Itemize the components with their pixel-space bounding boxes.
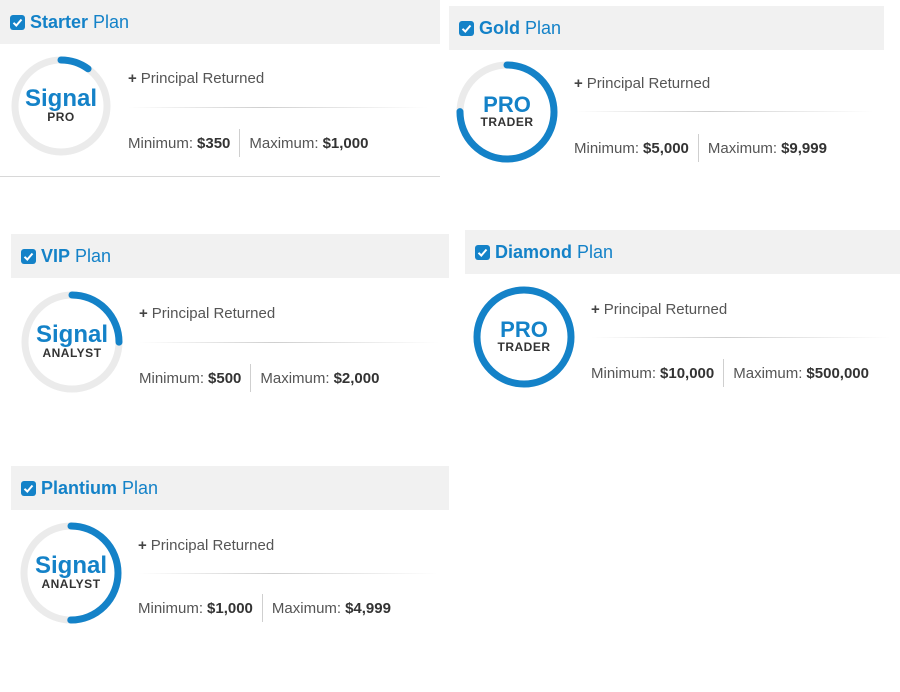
feature-text: Principal Returned xyxy=(150,537,275,554)
plan-name: Diamond xyxy=(495,241,573,262)
badge-subtitle: PRO xyxy=(47,110,75,125)
checkbox-icon[interactable] xyxy=(10,14,25,30)
badge-subtitle: TRADER xyxy=(480,115,534,130)
card-bottom-border xyxy=(0,176,440,177)
vertical-divider xyxy=(261,594,263,622)
plan-name: Plantium xyxy=(41,477,118,498)
divider xyxy=(128,107,428,108)
plan-feature: + Principal Returned xyxy=(138,537,274,554)
plus-icon: + xyxy=(591,301,600,318)
plan-card-plantium: Plantium Plan Signal ANALYST + Principal … xyxy=(11,466,449,636)
feature-text: Principal Returned xyxy=(586,75,711,92)
checkbox-icon[interactable] xyxy=(21,248,36,264)
maximum-label: Maximum: xyxy=(271,599,342,617)
minimum-label: Minimum: xyxy=(128,134,194,152)
badge-subtitle: TRADER xyxy=(497,340,551,355)
maximum-value: $2,000 xyxy=(333,369,380,387)
plan-limits: Minimum: $1,000 Maximum: $4,999 xyxy=(138,594,391,622)
minimum-value: $10,000 xyxy=(660,364,715,382)
plan-feature: + Principal Returned xyxy=(139,305,275,322)
plan-limits: Minimum: $10,000 Maximum: $500,000 xyxy=(591,359,869,387)
plan-header: Plantium Plan xyxy=(11,466,449,510)
plan-badge-ring: Signal PRO xyxy=(10,55,112,157)
maximum-label: Maximum: xyxy=(733,364,803,382)
minimum-label: Minimum: xyxy=(139,369,205,387)
maximum-label: Maximum: xyxy=(260,369,330,387)
plan-badge-ring: Signal ANALYST xyxy=(19,521,123,625)
divider xyxy=(139,342,439,343)
checkbox-icon[interactable] xyxy=(21,480,36,496)
plus-icon: + xyxy=(574,75,583,92)
plan-limits: Minimum: $500 Maximum: $2,000 xyxy=(139,364,379,392)
minimum-value: $1,000 xyxy=(207,599,253,617)
plus-icon: + xyxy=(128,70,137,87)
badge-title: PRO xyxy=(483,92,531,118)
maximum-value: $4,999 xyxy=(345,599,391,617)
plan-word: Plan xyxy=(577,241,614,262)
plan-header: Starter Plan xyxy=(0,0,440,44)
badge-title: Signal xyxy=(24,85,97,113)
plan-card-diamond: Diamond Plan PRO TRADER + Principal Retur… xyxy=(465,230,900,400)
minimum-value: $500 xyxy=(208,369,242,387)
plan-badge-ring: PRO TRADER xyxy=(472,285,576,389)
divider xyxy=(138,573,438,574)
maximum-value: $9,999 xyxy=(781,139,827,157)
plan-limits: Minimum: $5,000 Maximum: $9,999 xyxy=(574,134,827,162)
plan-word: Plan xyxy=(122,477,159,498)
vertical-divider xyxy=(239,129,241,157)
maximum-value: $1,000 xyxy=(322,134,369,152)
plan-name: VIP xyxy=(41,245,71,266)
plan-card-starter: Starter Plan Signal PRO + Principal Retur… xyxy=(0,0,440,180)
plan-feature: + Principal Returned xyxy=(591,301,727,318)
feature-text: Principal Returned xyxy=(151,305,276,322)
divider xyxy=(591,337,891,338)
plan-feature: + Principal Returned xyxy=(574,75,710,92)
plan-header: Gold Plan xyxy=(449,6,884,50)
plan-badge-ring: Signal ANALYST xyxy=(20,290,124,394)
minimum-value: $5,000 xyxy=(643,139,689,157)
plan-header: Diamond Plan xyxy=(465,230,900,274)
plan-header: VIP Plan xyxy=(11,234,449,278)
badge-subtitle: ANALYST xyxy=(42,346,102,361)
plan-feature: + Principal Returned xyxy=(128,70,264,87)
plus-icon: + xyxy=(138,537,147,554)
plan-name: Starter xyxy=(30,11,89,32)
checkbox-icon[interactable] xyxy=(459,20,474,36)
maximum-label: Maximum: xyxy=(707,139,778,157)
plan-badge-ring: PRO TRADER xyxy=(455,60,559,164)
badge-title: PRO xyxy=(500,317,548,343)
vertical-divider xyxy=(250,364,252,392)
maximum-label: Maximum: xyxy=(249,134,319,152)
minimum-label: Minimum: xyxy=(591,364,657,382)
minimum-label: Minimum: xyxy=(138,599,204,617)
feature-text: Principal Returned xyxy=(140,70,265,87)
maximum-value: $500,000 xyxy=(806,364,869,382)
checkbox-icon[interactable] xyxy=(475,244,490,260)
feature-text: Principal Returned xyxy=(603,301,728,318)
plan-card-gold: Gold Plan PRO TRADER + Principal Returned… xyxy=(449,6,885,186)
badge-subtitle: ANALYST xyxy=(41,577,101,592)
minimum-label: Minimum: xyxy=(574,139,640,157)
vertical-divider xyxy=(723,359,725,387)
plan-name: Gold xyxy=(479,17,520,38)
badge-title: Signal xyxy=(34,552,107,580)
plan-limits: Minimum: $350 Maximum: $1,000 xyxy=(128,129,368,157)
plus-icon: + xyxy=(139,305,148,322)
plan-card-vip: VIP Plan Signal ANALYST + Principal Retur… xyxy=(11,234,449,404)
vertical-divider xyxy=(697,134,699,162)
plan-word: Plan xyxy=(525,17,562,38)
plan-word: Plan xyxy=(75,245,112,266)
divider xyxy=(574,111,874,112)
badge-title: Signal xyxy=(35,321,108,349)
minimum-value: $350 xyxy=(197,134,231,152)
plan-word: Plan xyxy=(93,11,130,32)
